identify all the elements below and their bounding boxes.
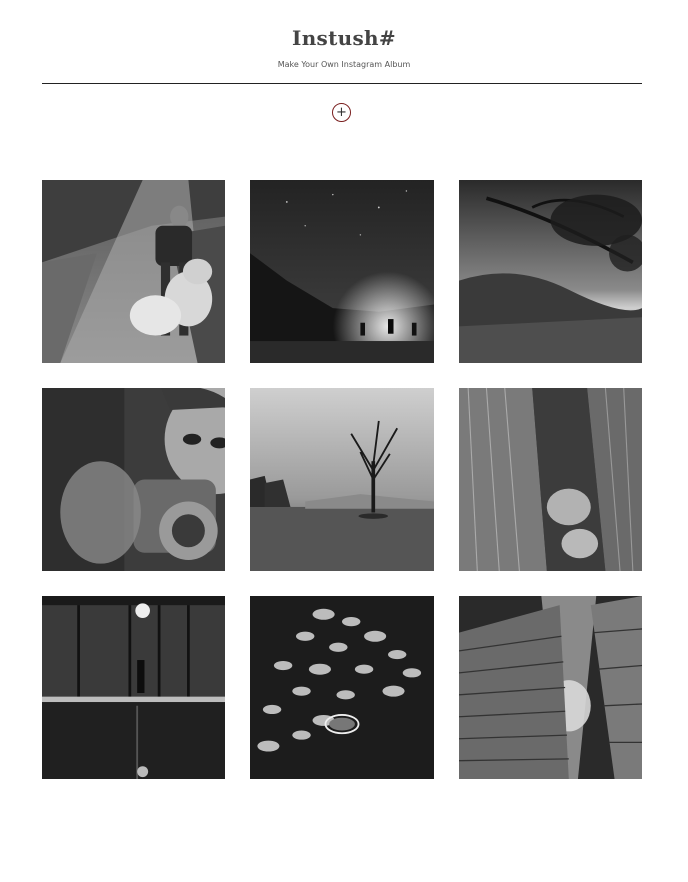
photo-girl-with-teddy-bear[interactable] — [42, 180, 225, 363]
app-page: Instush# Make Your Own Instagram Album + — [0, 0, 688, 882]
photo-night-building-reflection[interactable] — [42, 596, 225, 779]
app-title: Instush# — [292, 26, 396, 50]
photo-lone-tree-lake[interactable] — [250, 388, 434, 571]
app-subtitle: Make Your Own Instagram Album — [277, 60, 411, 69]
photo-building-reflection[interactable] — [459, 388, 642, 571]
photo-grid — [42, 180, 642, 779]
photo-campfire-night-sky[interactable] — [250, 180, 434, 363]
photo-boy-with-camera[interactable] — [42, 388, 225, 571]
photo-tall-buildings-upward[interactable] — [459, 596, 642, 779]
header-divider — [42, 83, 642, 84]
plus-icon: + — [336, 105, 347, 120]
photo-lily-pads[interactable] — [250, 596, 434, 779]
add-photo-button[interactable]: + — [332, 103, 351, 122]
photo-tree-branches-sky[interactable] — [459, 180, 642, 363]
app-header: Instush# Make Your Own Instagram Album — [0, 0, 688, 70]
